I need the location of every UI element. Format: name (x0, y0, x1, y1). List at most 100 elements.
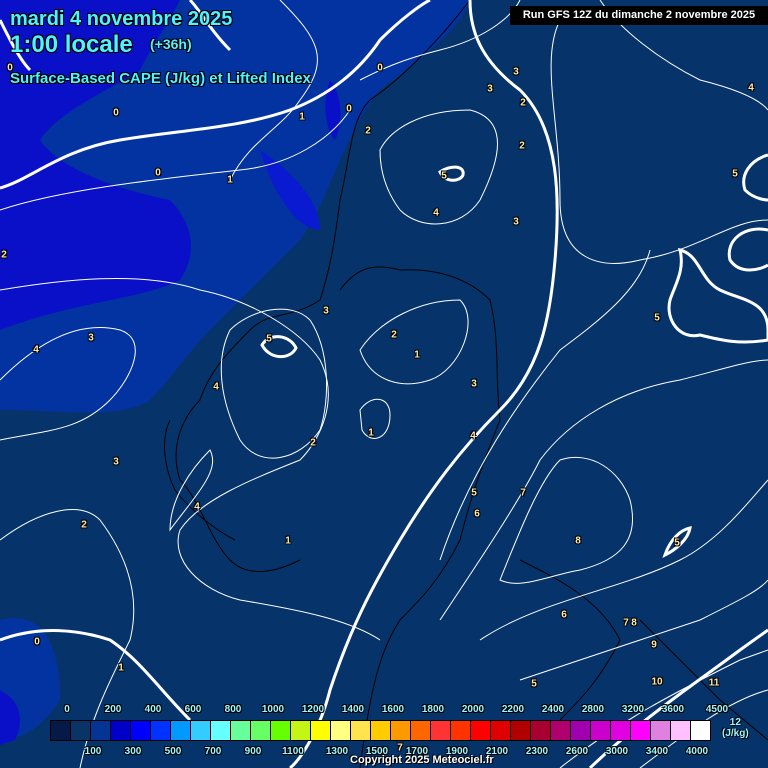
legend-unit: 12 (J/kg) (722, 717, 749, 739)
legend-tick-bottom: 3400 (645, 746, 669, 757)
legend-swatch (591, 721, 611, 740)
legend-swatch (251, 721, 271, 740)
legend-swatch (551, 721, 571, 740)
contour-label: 2 (519, 140, 525, 152)
contour-label: 5 (471, 487, 477, 499)
legend-swatch (371, 721, 391, 740)
legend-swatch (131, 721, 151, 740)
contour-label: 1 (285, 535, 291, 547)
contour-label: 1 (368, 427, 374, 439)
forecast-time: 1:00 locale (10, 31, 133, 58)
contour-label: 10 (651, 676, 663, 688)
contour-label: 2 (365, 125, 371, 137)
contour-label: 0 (346, 103, 352, 115)
legend-tick-top: 3600 (661, 704, 685, 715)
legend-swatch (91, 721, 111, 740)
legend-swatch (631, 721, 651, 740)
parameter-title: Surface-Based CAPE (J/kg) et Lifted Inde… (10, 70, 311, 87)
contour-label: 3 (88, 332, 94, 344)
contour-label: 2 (520, 97, 526, 109)
legend-swatch (111, 721, 131, 740)
contour-label: 1 (118, 662, 124, 674)
legend-swatch (351, 721, 371, 740)
legend-swatch (511, 721, 531, 740)
legend-swatch (691, 721, 710, 740)
contour-label: 5 (266, 333, 272, 345)
legend-swatch (471, 721, 491, 740)
legend-tick-top: 1600 (381, 704, 405, 715)
legend-tick-top: 3200 (621, 704, 645, 715)
legend-tick-top: 200 (104, 704, 122, 715)
contour-label: 5 (654, 312, 660, 324)
legend-unit-text: (J/kg) (722, 728, 749, 739)
legend-swatch (291, 721, 311, 740)
copyright: Copyright 2025 Meteociel.fr (350, 754, 494, 766)
legend-tick-top: 1200 (301, 704, 325, 715)
legend-swatch (211, 721, 231, 740)
contour-label: 9 (651, 639, 657, 651)
legend-swatch (451, 721, 471, 740)
legend-tick-top: 1000 (261, 704, 285, 715)
contour-label: 0 (7, 62, 13, 74)
legend-tick-bottom: 1300 (325, 746, 349, 757)
legend-tick-bottom: 2600 (565, 746, 589, 757)
contour-label: 5 (531, 678, 537, 690)
legend-tick-top: 1800 (421, 704, 445, 715)
contour-label: 6 (561, 609, 567, 621)
legend-swatch (191, 721, 211, 740)
legend-swatch (311, 721, 331, 740)
legend-swatch (491, 721, 511, 740)
forecast-lead: (+36h) (150, 36, 192, 52)
legend-tick-bottom: 2300 (525, 746, 549, 757)
legend-tick-top: 2200 (501, 704, 525, 715)
contour-label: 2 (391, 329, 397, 341)
legend-tick-top: 2400 (541, 704, 565, 715)
legend-tick-top: 800 (224, 704, 242, 715)
forecast-date: mardi 4 novembre 2025 (10, 8, 233, 30)
contour-label: 6 (474, 508, 480, 520)
contour-label: 11 (708, 677, 720, 689)
legend-tick-top: 1400 (341, 704, 365, 715)
contour-label: 0 (113, 107, 119, 119)
contour-label: 1 (414, 349, 420, 361)
contour-label: 3 (513, 216, 519, 228)
contour-label: 2 (310, 437, 316, 449)
contour-label: 2 (81, 519, 87, 531)
legend-swatch (571, 721, 591, 740)
contour-label: 1 (227, 174, 233, 186)
contour-label: 5 (674, 537, 680, 549)
legend-swatch (411, 721, 431, 740)
legend-swatch (231, 721, 251, 740)
contour-label: 4 (194, 501, 200, 513)
contour-label: 1 (299, 111, 305, 123)
legend-max: 12 (729, 717, 741, 728)
contour-label: 8 (631, 617, 637, 629)
contour-label: 8 (575, 535, 581, 547)
contour-label: 5 (732, 168, 738, 180)
legend-tick-bottom: 1100 (282, 746, 304, 757)
contour-label: 4 (213, 381, 219, 393)
legend-swatch (271, 721, 291, 740)
contour-label: 0 (155, 167, 161, 179)
legend-swatch (71, 721, 91, 740)
contour-label: 3 (471, 378, 477, 390)
legend-tick-top: 4500 (705, 704, 729, 715)
contour-label: 3 (323, 305, 329, 317)
run-info: Run GFS 12Z du dimanche 2 novembre 2025 (510, 6, 768, 25)
color-legend (50, 720, 711, 741)
legend-tick-top: 600 (184, 704, 202, 715)
contour-label: 0 (34, 636, 40, 648)
legend-tick-bottom: 900 (244, 746, 262, 757)
legend-tick-bottom: 4000 (685, 746, 709, 757)
contour-label: 3 (113, 456, 119, 468)
legend-tick-bottom: 500 (164, 746, 182, 757)
legend-swatch (671, 721, 691, 740)
contour-label: 3 (487, 83, 493, 95)
legend-tick-bottom: 100 (84, 746, 102, 757)
contour-label: 4 (433, 207, 439, 219)
legend-swatch (611, 721, 631, 740)
weather-map: mardi 4 novembre 2025 1:00 locale (+36h)… (0, 0, 768, 768)
legend-swatch (331, 721, 351, 740)
contour-label: 7 (520, 487, 526, 499)
legend-tick-bottom: 3000 (605, 746, 629, 757)
